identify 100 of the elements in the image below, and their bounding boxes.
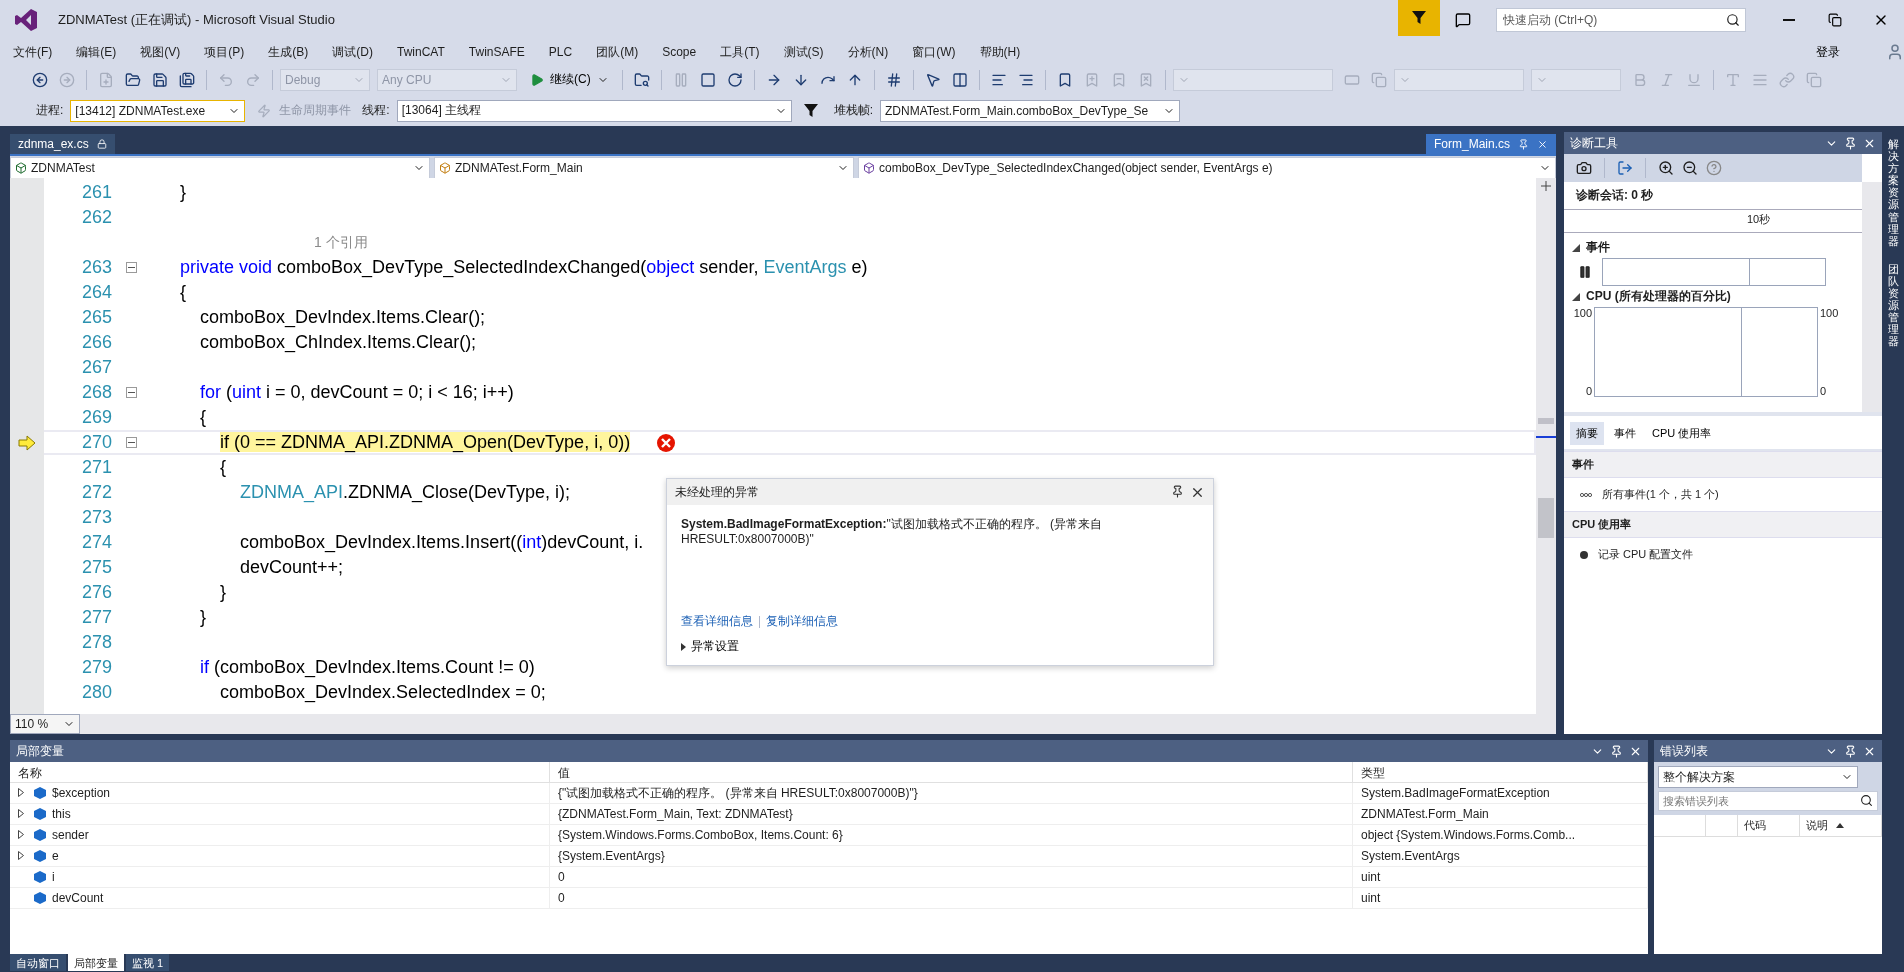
document-tab[interactable]: zdnma_ex.cs xyxy=(10,134,115,154)
menu-item[interactable]: 分析(N) xyxy=(838,40,898,64)
menu-item[interactable]: 项目(P) xyxy=(195,40,254,64)
panel-tab[interactable]: 局部变量 xyxy=(68,954,124,971)
thread-dropdown[interactable]: [13064] 主线程 xyxy=(396,99,792,122)
code-line: { xyxy=(219,457,227,478)
axis-label: 0 xyxy=(1820,385,1828,397)
class-dropdown[interactable]: ZDNMATest.Form_Main xyxy=(434,157,854,179)
line-number: 276 xyxy=(80,582,113,603)
vertical-scrollbar[interactable] xyxy=(1536,178,1556,714)
copy-icon xyxy=(1370,71,1387,88)
menu-item[interactable]: 团队(M) xyxy=(587,40,648,64)
menu-item[interactable]: 帮助(H) xyxy=(970,40,1030,64)
column-header[interactable]: 名称 xyxy=(10,762,550,783)
collapse-icon[interactable] xyxy=(125,387,137,398)
collapse-icon[interactable] xyxy=(125,262,137,273)
pause-icon[interactable] xyxy=(1578,265,1592,279)
collapse-icon[interactable] xyxy=(125,437,137,448)
ruler-label: 10秒 xyxy=(1747,212,1771,227)
table-cell: {"试图加载格式不正确的程序。 (异常来自 HRESULT:0x8007000B)"} xyxy=(550,783,1353,804)
expand-icon[interactable] xyxy=(18,788,24,797)
expand-icon[interactable] xyxy=(18,830,24,839)
user-icon[interactable] xyxy=(1886,43,1904,61)
search-icon xyxy=(1860,794,1873,807)
project-dropdown[interactable]: ZDNMATest xyxy=(10,157,430,179)
menu-item[interactable]: PLC xyxy=(539,42,582,62)
table-cell: uint xyxy=(1353,888,1648,909)
process-label: 进程: xyxy=(36,102,64,119)
menu-item[interactable]: 文件(F) xyxy=(4,40,62,64)
export-icon[interactable] xyxy=(1617,160,1633,176)
summary-link[interactable]: 记录 CPU 配置文件 xyxy=(1598,547,1694,562)
line-number: 274 xyxy=(80,532,113,553)
menu-item[interactable]: 视图(V) xyxy=(131,40,190,64)
expand-icon[interactable] xyxy=(18,809,24,818)
continue-button[interactable]: 继续(C) xyxy=(524,67,615,92)
diagnostics-tab[interactable]: CPU 使用率 xyxy=(1646,422,1718,445)
exception-settings-toggle[interactable]: 异常设置 xyxy=(667,638,1213,665)
details-link[interactable]: 复制详细信息 xyxy=(766,613,838,630)
hash-icon xyxy=(885,71,902,88)
menu-item[interactable]: Scope xyxy=(653,42,706,62)
columns-icon xyxy=(951,71,968,88)
sort-icon xyxy=(1836,823,1844,828)
expand-icon[interactable] xyxy=(18,851,24,860)
collapse-icon[interactable] xyxy=(1572,243,1580,252)
variable-name: i xyxy=(52,870,55,884)
summary-link[interactable]: 所有事件(1 个，共 1 个) xyxy=(1602,487,1719,502)
line-number: 262 xyxy=(80,207,113,228)
panel-tab[interactable]: 监视 1 xyxy=(126,954,170,971)
collapse-icon[interactable] xyxy=(1572,292,1580,301)
pin-icon[interactable] xyxy=(1171,484,1184,498)
axis-label: 0 xyxy=(1584,385,1592,397)
method-icon xyxy=(863,162,875,174)
link-icon xyxy=(1778,71,1795,88)
menu-item[interactable]: 窗口(W) xyxy=(903,40,965,64)
column-header[interactable]: 代码 xyxy=(1738,815,1800,836)
pin-icon[interactable] xyxy=(1844,744,1857,758)
menu-item[interactable]: TwinSAFE xyxy=(459,42,534,62)
variable-name: this xyxy=(52,807,71,821)
expand-icon xyxy=(681,642,686,651)
column-header[interactable]: 说明 xyxy=(1800,815,1882,836)
zoom-in-icon[interactable] xyxy=(1658,160,1674,176)
panel-tab[interactable]: 自动窗口 xyxy=(10,954,66,971)
process-dropdown[interactable]: [13412] ZDNMATest.exe xyxy=(70,99,246,122)
pin-icon[interactable] xyxy=(1610,744,1623,758)
column-header[interactable]: 值 xyxy=(550,762,1353,783)
side-tab[interactable]: 团队资源管理器 xyxy=(1887,262,1899,348)
variable-icon xyxy=(34,787,46,799)
menu-item[interactable]: 测试(S) xyxy=(774,40,833,64)
underline-icon xyxy=(1685,71,1702,88)
column-header[interactable]: 类型 xyxy=(1353,762,1648,783)
pin-icon[interactable] xyxy=(1844,136,1857,150)
summary-heading: 事件 xyxy=(1564,451,1882,478)
quick-launch-field[interactable]: 快速启动 (Ctrl+Q) xyxy=(1496,8,1746,32)
vertical-scrollbar[interactable] xyxy=(1862,182,1882,412)
notification-button[interactable] xyxy=(1398,0,1440,36)
document-tab[interactable]: Form_Main.cs xyxy=(1426,134,1556,154)
table-cell: {System.Windows.Forms.ComboBox, Items.Count: 6} xyxy=(550,825,1353,846)
restore-icon xyxy=(1828,13,1842,27)
section-title: CPU (所有处理器的百分比) xyxy=(1586,288,1731,305)
search-field[interactable]: 搜索错误列表 xyxy=(1658,791,1878,811)
member-dropdown[interactable]: comboBox_DevType_SelectedIndexChanged(object sender, EventArgs e) xyxy=(858,157,1556,179)
thread-label: 线程: xyxy=(362,102,390,119)
zoom-out-icon[interactable] xyxy=(1682,160,1698,176)
menu-item[interactable]: TwinCAT xyxy=(388,42,454,62)
diagnostics-tab[interactable]: 事件 xyxy=(1608,422,1642,445)
diagnostics-tab[interactable]: 摘要 xyxy=(1570,422,1604,445)
menu-item[interactable]: 调试(D) xyxy=(323,40,382,64)
reference-count-link[interactable]: 1 个引用 xyxy=(144,233,368,252)
side-tab[interactable]: 解决方案资源管理器 xyxy=(1887,138,1899,247)
csharp-file-icon xyxy=(15,162,27,174)
scope-dropdown[interactable]: 整个解决方案 xyxy=(1658,766,1858,788)
sign-in-link[interactable]: 登录 xyxy=(1810,42,1846,62)
variable-icon xyxy=(34,808,46,820)
menu-item[interactable]: 生成(B) xyxy=(259,40,318,64)
menu-item[interactable]: 工具(T) xyxy=(711,40,769,64)
zoom-dropdown[interactable]: 110 % xyxy=(10,714,80,734)
variable-name: devCount xyxy=(52,891,104,905)
stack-frame-dropdown[interactable]: ZDNMATest.Form_Main.comboBox_DevType_Se xyxy=(880,99,1181,122)
menu-item[interactable]: 编辑(E) xyxy=(67,40,126,64)
details-link[interactable]: 查看详细信息 xyxy=(681,613,753,630)
